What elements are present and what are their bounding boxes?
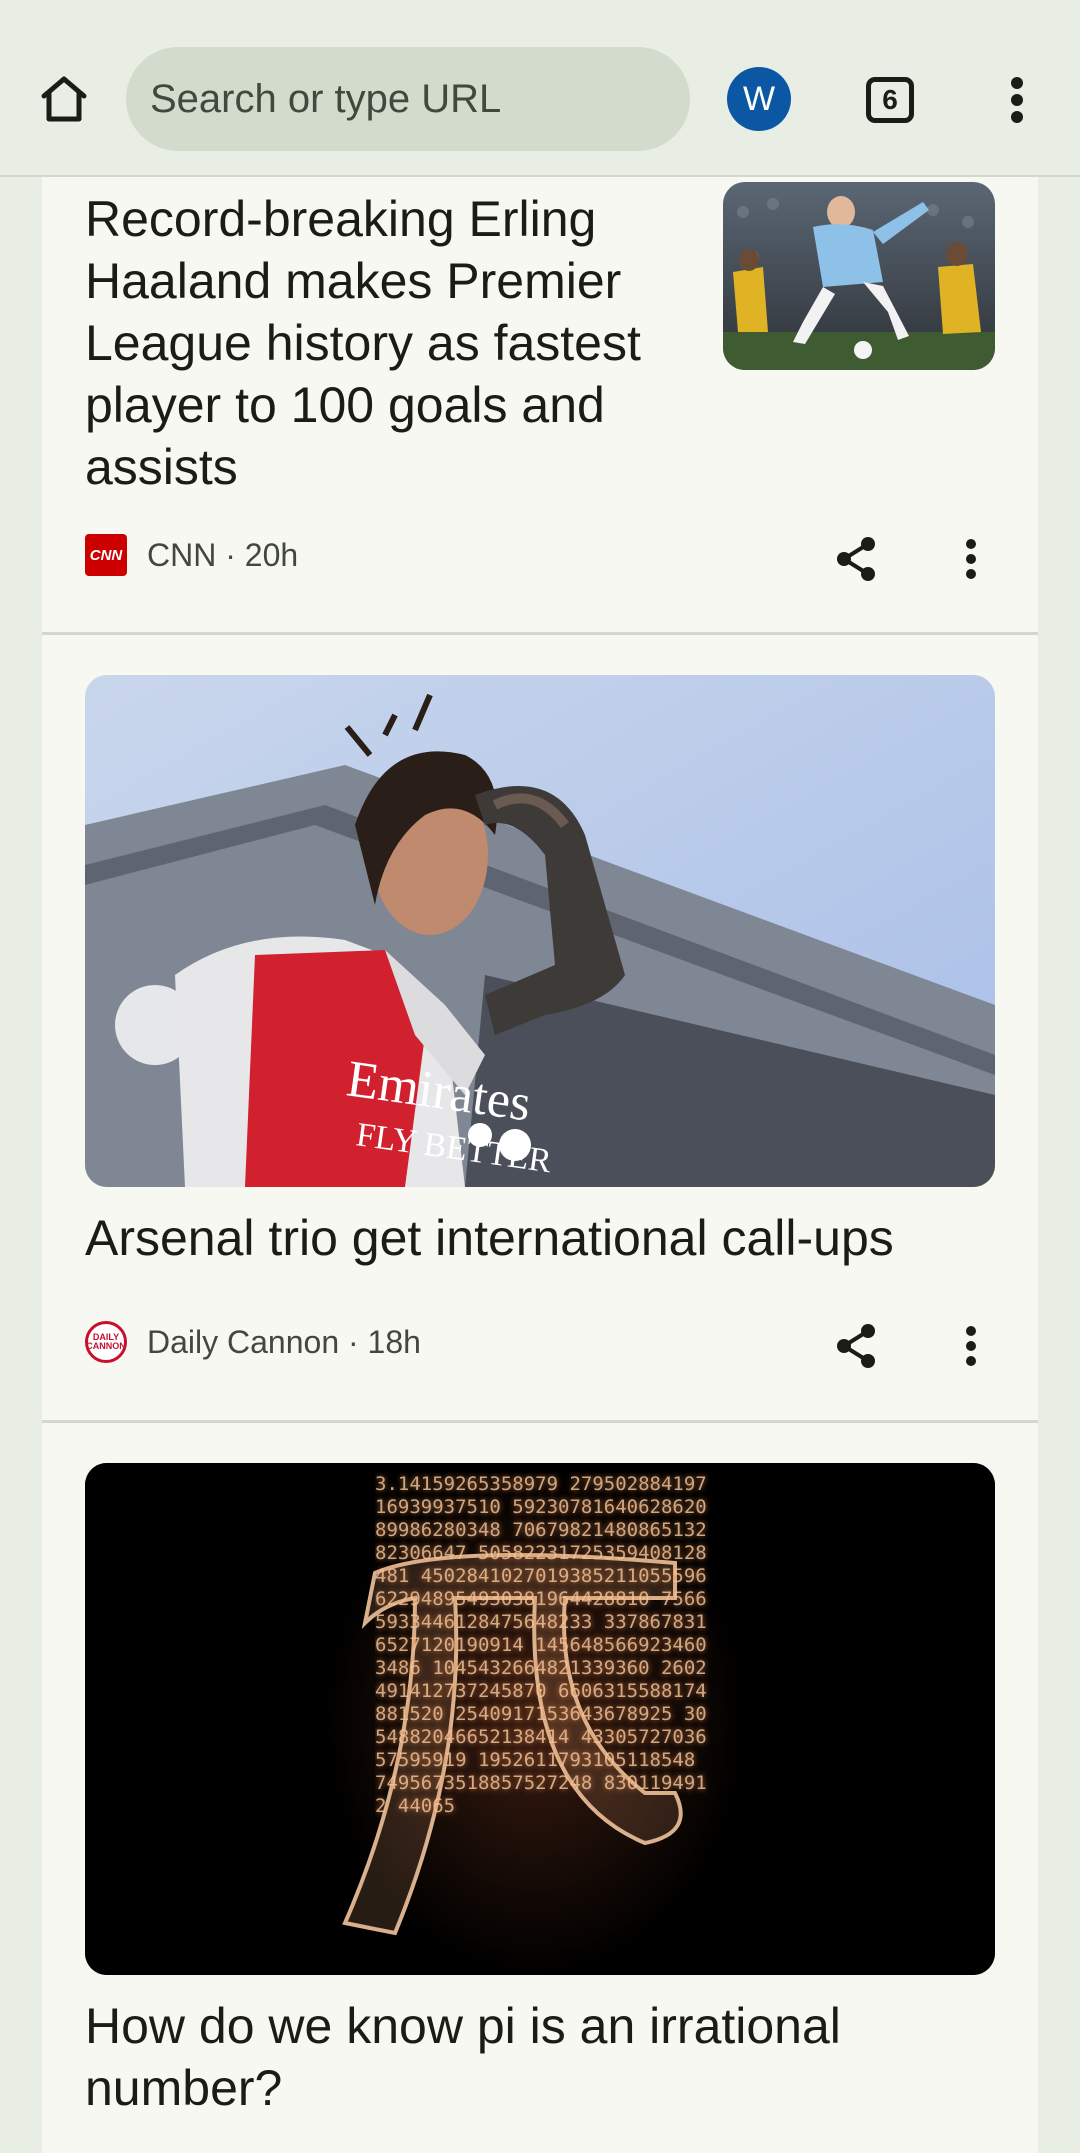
share-icon bbox=[837, 1324, 875, 1368]
source-logo-text: DAILY CANNON bbox=[86, 1332, 126, 1351]
more-vert-icon bbox=[966, 539, 976, 579]
home-button[interactable] bbox=[30, 65, 98, 133]
article-headline[interactable]: Record-breaking Erling Haaland makes Pre… bbox=[85, 188, 715, 498]
article-age: 18h bbox=[367, 1323, 421, 1360]
more-vert-icon bbox=[966, 1326, 976, 1366]
share-button[interactable] bbox=[821, 524, 891, 594]
article-headline[interactable]: How do we know pi is an irrational numbe… bbox=[85, 1995, 965, 2119]
source-logo-icon: DAILY CANNON bbox=[85, 1321, 127, 1363]
omnibox[interactable] bbox=[126, 47, 690, 151]
source-logo-text: CNN bbox=[89, 546, 123, 564]
source-logo-icon: CNN bbox=[85, 534, 127, 576]
search-input[interactable] bbox=[148, 75, 690, 123]
share-icon bbox=[837, 537, 875, 581]
discover-feed: Record-breaking Erling Haaland makes Pre… bbox=[42, 177, 1038, 2153]
more-vert-icon bbox=[1011, 77, 1023, 123]
source-name: CNN bbox=[147, 536, 217, 573]
football-photo bbox=[723, 182, 995, 370]
article-card[interactable]: 3.14159265358979 27950288419716939937510… bbox=[42, 1423, 1038, 2153]
article-more-button[interactable] bbox=[936, 524, 1006, 594]
meta-separator: · bbox=[216, 536, 245, 573]
article-meta: CNN CNN · 20h bbox=[85, 534, 298, 576]
account-avatar[interactable]: W bbox=[727, 67, 791, 131]
article-image[interactable]: 3.14159265358979 27950288419716939937510… bbox=[85, 1463, 995, 1975]
article-more-button[interactable] bbox=[936, 1311, 1006, 1381]
pi-digits-text: 3.14159265358979 27950288419716939937510… bbox=[375, 1473, 707, 1817]
article-age: 20h bbox=[244, 536, 299, 573]
meta-separator: · bbox=[339, 1323, 368, 1360]
tab-switcher-button[interactable]: 6 bbox=[866, 77, 914, 123]
browser-toolbar: W 6 bbox=[0, 0, 1080, 177]
share-button[interactable] bbox=[821, 1311, 891, 1381]
article-image[interactable]: Emirates FLY BETTER bbox=[85, 675, 995, 1187]
article-thumbnail[interactable] bbox=[723, 182, 995, 370]
overflow-menu-button[interactable] bbox=[995, 72, 1039, 128]
home-icon bbox=[41, 76, 87, 122]
article-meta: DAILY CANNON Daily Cannon · 18h bbox=[85, 1321, 421, 1363]
article-headline[interactable]: Arsenal trio get international call-ups bbox=[85, 1207, 995, 1269]
source-name: Daily Cannon bbox=[147, 1323, 340, 1360]
arsenal-player-photo: Emirates FLY BETTER bbox=[85, 675, 995, 1187]
article-card[interactable]: Emirates FLY BETTER Arsenal trio get int… bbox=[42, 635, 1038, 1420]
article-card[interactable]: Record-breaking Erling Haaland makes Pre… bbox=[42, 177, 1038, 632]
